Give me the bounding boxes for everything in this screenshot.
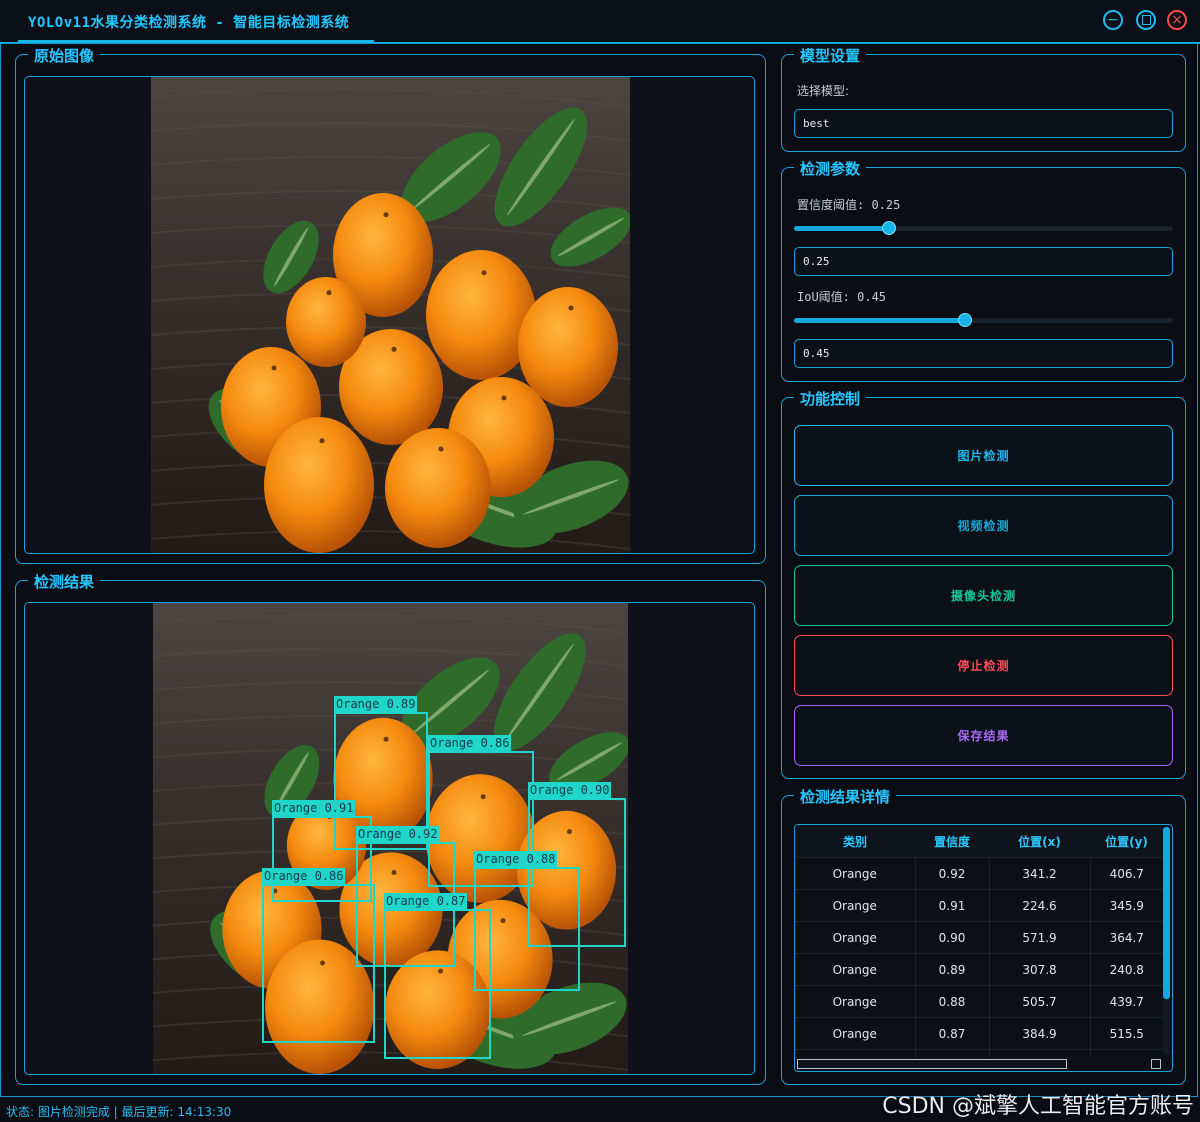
- table-cell: 341.2: [989, 857, 1091, 890]
- table-cell: 0.89: [915, 953, 990, 986]
- status-bar: 状态: 图片检测完成 | 最后更新: 14:13:30: [6, 1105, 232, 1119]
- table-header-row: 类别 置信度 位置(x) 位置(y): [795, 825, 1163, 858]
- minimize-icon: −: [1107, 12, 1119, 28]
- iou-slider[interactable]: [794, 313, 1173, 327]
- table-cell: 0.86: [915, 1049, 990, 1057]
- vertical-scrollbar-thumb[interactable]: [1163, 827, 1170, 999]
- table-cell: 384.9: [989, 1017, 1091, 1050]
- title-underline: [18, 40, 374, 42]
- table-row[interactable]: Orange 0.89 307.8 240.8: [795, 953, 1163, 986]
- detection-label: Orange 0.88: [474, 851, 558, 867]
- table-row[interactable]: Orange 0.88 505.7 439.7: [795, 985, 1163, 1018]
- confidence-input[interactable]: 0.25: [794, 247, 1173, 276]
- table-row[interactable]: Orange 0.91 224.6 345.9: [795, 889, 1163, 922]
- table-cell: 443.9: [989, 1049, 1091, 1057]
- table-cell: Orange: [795, 889, 916, 922]
- result-image-title: 检测结果: [28, 571, 101, 592]
- table-cell: 345.9: [1090, 889, 1163, 922]
- table-cell: 307.8: [989, 953, 1091, 986]
- iou-label: IoU阈值: 0.45: [797, 290, 887, 304]
- table-row[interactable]: Orange0.86443.9296.5: [795, 1049, 1163, 1057]
- table-cell: Orange: [795, 921, 916, 954]
- table-row[interactable]: Orange 0.87 384.9 515.5: [795, 1017, 1163, 1050]
- table-cell: 0.87: [915, 1017, 990, 1050]
- table-cell: Orange: [795, 1049, 916, 1057]
- table-cell: 240.8: [1090, 953, 1163, 986]
- confidence-slider[interactable]: [794, 221, 1173, 235]
- table-cell: 439.7: [1090, 985, 1163, 1018]
- original-image-title: 原始图像: [28, 45, 101, 66]
- model-select[interactable]: best: [794, 109, 1173, 138]
- window-title: YOLOv11水果分类检测系统 - 智能目标检测系统: [28, 15, 350, 31]
- controls-title: 功能控制: [794, 388, 867, 409]
- column-header-confidence[interactable]: 置信度: [915, 825, 989, 858]
- table-cell: 296.5: [1090, 1049, 1163, 1057]
- stop-detect-button[interactable]: 停止检测: [794, 635, 1173, 696]
- model-select-label: 选择模型:: [797, 84, 850, 98]
- table-cell: 364.7: [1090, 921, 1163, 954]
- video-detect-button[interactable]: 视频检测: [794, 495, 1173, 556]
- maximize-button[interactable]: [1136, 10, 1156, 30]
- table-cell: 0.91: [915, 889, 990, 922]
- detection-label: Orange 0.91: [272, 800, 356, 816]
- table-cell: 406.7: [1090, 857, 1163, 890]
- original-photo: [151, 77, 630, 553]
- details-title: 检测结果详情: [794, 786, 897, 807]
- table-cell: 571.9: [989, 921, 1091, 954]
- model-settings-title: 模型设置: [794, 45, 867, 66]
- column-header-y[interactable]: 位置(y): [1090, 825, 1163, 858]
- confidence-slider-fill: [794, 226, 889, 231]
- table-cell: 505.7: [989, 985, 1091, 1018]
- table-cell: Orange: [795, 953, 916, 986]
- detection-box: [262, 884, 375, 1043]
- vertical-scrollbar[interactable]: [1163, 827, 1170, 1055]
- horizontal-scrollbar-thumb[interactable]: [797, 1059, 1067, 1069]
- detection-label: Orange 0.90: [528, 782, 612, 798]
- table-cell: 224.6: [989, 889, 1091, 922]
- detect-params-title: 检测参数: [794, 158, 867, 179]
- minimize-button[interactable]: −: [1103, 10, 1123, 30]
- original-image-view: [24, 76, 755, 554]
- maximize-icon: [1141, 15, 1151, 25]
- details-table: 类别 置信度 位置(x) 位置(y) Orange 0.92 341.2 406.7 O…: [795, 825, 1163, 1057]
- detection-label: Orange 0.87: [384, 893, 468, 909]
- detection-label: Orange 0.89: [334, 696, 418, 712]
- close-button[interactable]: ×: [1167, 10, 1187, 30]
- oranges-illustration: [151, 88, 630, 553]
- camera-detect-button[interactable]: 摄像头检测: [794, 565, 1173, 626]
- table-cell: Orange: [795, 1017, 916, 1050]
- table-cell: 0.88: [915, 985, 990, 1018]
- title-bar: YOLOv11水果分类检测系统 - 智能目标检测系统 − ×: [0, 0, 1200, 44]
- table-cell: 0.90: [915, 921, 990, 954]
- horizontal-scrollbar[interactable]: [797, 1059, 1161, 1069]
- iou-slider-fill: [794, 318, 965, 323]
- image-detect-button[interactable]: 图片检测: [794, 425, 1173, 486]
- close-icon: ×: [1171, 12, 1183, 28]
- table-cell: 515.5: [1090, 1017, 1163, 1050]
- iou-slider-handle[interactable]: [957, 313, 972, 327]
- detection-label: Orange 0.86: [428, 735, 512, 751]
- confidence-label: 置信度阈值: 0.25: [797, 198, 901, 212]
- detection-box: [384, 909, 491, 1059]
- table-row[interactable]: Orange 0.90 571.9 364.7: [795, 921, 1163, 954]
- iou-input[interactable]: 0.45: [794, 339, 1173, 368]
- watermark: CSDN @斌擎人工智能官方账号: [882, 1094, 1194, 1119]
- detection-label: Orange 0.86: [262, 868, 346, 884]
- table-cell: Orange: [795, 985, 916, 1018]
- table-row[interactable]: Orange 0.92 341.2 406.7: [795, 857, 1163, 890]
- column-header-x[interactable]: 位置(x): [989, 825, 1090, 858]
- table-cell: 0.92: [915, 857, 990, 890]
- save-results-button[interactable]: 保存结果: [794, 705, 1173, 766]
- details-table-container: 类别 置信度 位置(x) 位置(y) Orange 0.92 341.2 406.7 O…: [794, 824, 1173, 1072]
- scroll-corner: [1151, 1059, 1161, 1069]
- table-cell: Orange: [795, 857, 916, 890]
- column-header-class[interactable]: 类别: [795, 825, 915, 858]
- detection-label: Orange 0.92: [356, 826, 440, 842]
- confidence-slider-handle[interactable]: [881, 221, 896, 235]
